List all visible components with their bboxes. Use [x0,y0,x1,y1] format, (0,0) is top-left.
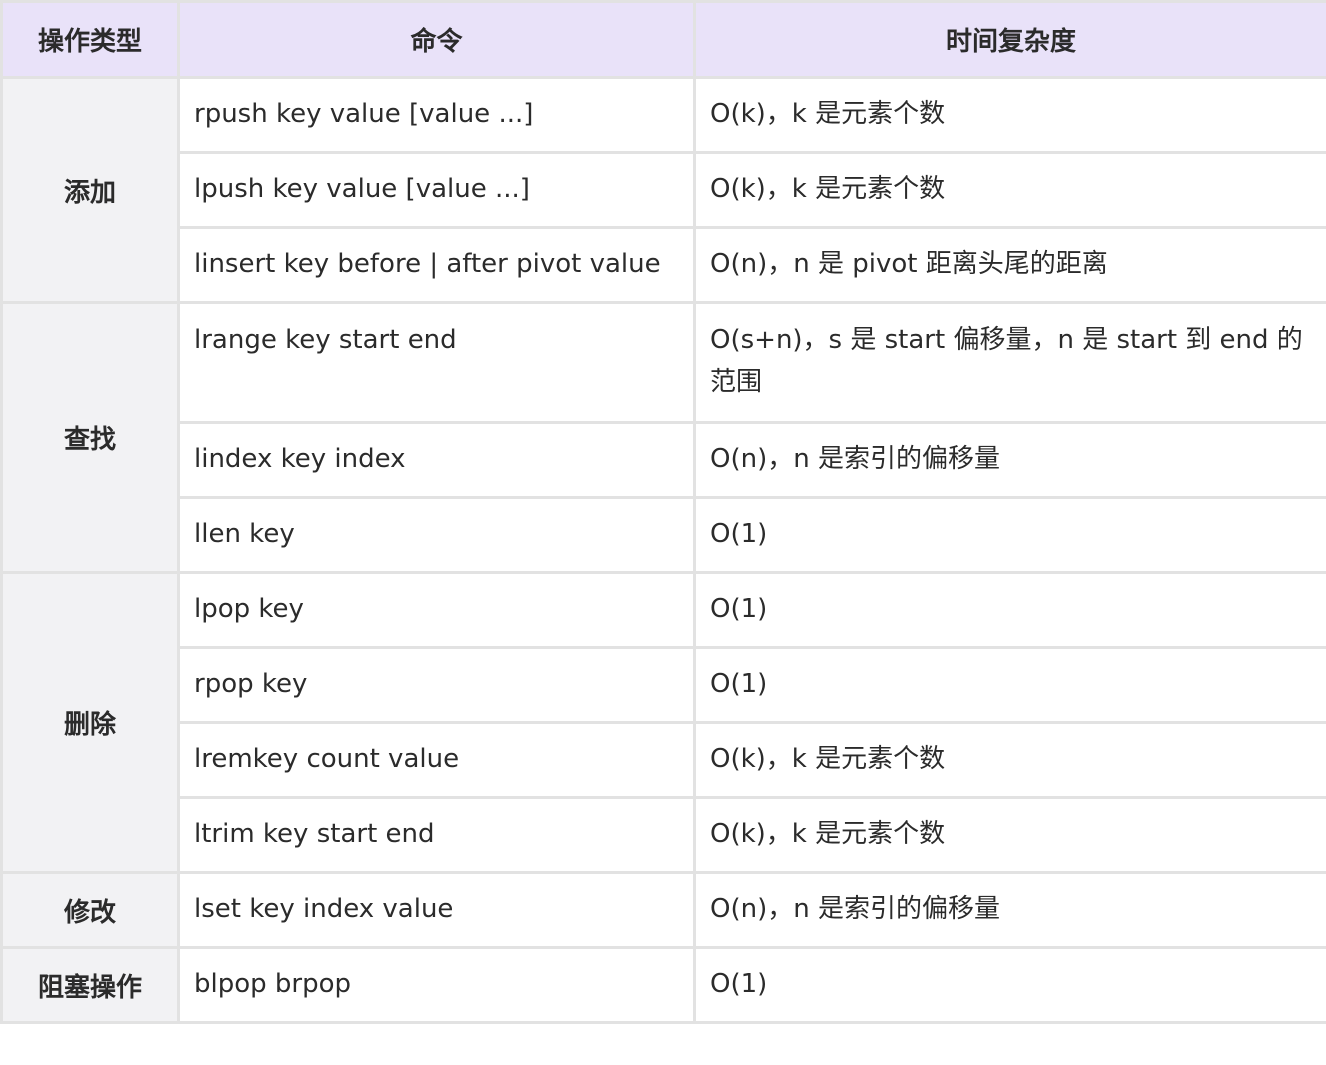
category-cell: 查找 [0,301,180,574]
complexity-cell: O(n)，n 是 pivot 距离头尾的距离 [693,226,1326,304]
header-time-complexity: 时间复杂度 [693,0,1326,79]
header-command: 命令 [177,0,696,79]
table-row: 删除 lpop key O(1) [0,571,1326,874]
table-row: llen key O(1) [2,496,1326,574]
table-row: 修改 lset key index value O(n)，n 是索引的偏移量 [0,871,1326,949]
list-commands-table: 操作类型 命令 时间复杂度 添加 rpush key value [value … [0,0,1326,1024]
table-row: lpush key value [value ...] O(k)，k 是元素个数 [2,151,1326,229]
table-row: lremkey count value O(k)，k 是元素个数 [2,721,1326,799]
command-cell: rpop key [177,646,696,724]
table-row: 阻塞操作 blpop brpop O(1) [0,946,1326,1024]
complexity-cell: O(s+n)，s 是 start 偏移量，n 是 start 到 end 的范围 [693,301,1326,424]
category-cell: 删除 [0,571,180,874]
complexity-cell: O(1) [693,571,1326,649]
command-cell: ltrim key start end [177,796,696,874]
command-cell: lset key index value [177,871,696,949]
command-cell: blpop brpop [177,946,696,1024]
complexity-cell: O(n)，n 是索引的偏移量 [693,421,1326,499]
header-operation-type: 操作类型 [0,0,180,79]
complexity-cell: O(k)，k 是元素个数 [693,151,1326,229]
table-row: 添加 rpush key value [value ...] O(k)，k 是元… [0,76,1326,304]
table-row: linsert key before | after pivot value O… [2,226,1326,304]
command-cell: lremkey count value [177,721,696,799]
category-cell: 阻塞操作 [0,946,180,1024]
command-cell: rpush key value [value ...] [177,76,696,154]
table-header-row: 操作类型 命令 时间复杂度 [0,0,1326,79]
complexity-cell: O(k)，k 是元素个数 [693,721,1326,799]
table-row: ltrim key start end O(k)，k 是元素个数 [2,796,1326,874]
complexity-cell: O(k)，k 是元素个数 [693,76,1326,154]
table-row: rpop key O(1) [2,646,1326,724]
command-cell: lindex key index [177,421,696,499]
command-cell: lrange key start end [177,301,696,424]
command-cell: llen key [177,496,696,574]
complexity-cell: O(1) [693,496,1326,574]
complexity-cell: O(1) [693,646,1326,724]
complexity-cell: O(k)，k 是元素个数 [693,796,1326,874]
complexity-cell: O(1) [693,946,1326,1024]
table-row: lindex key index O(n)，n 是索引的偏移量 [2,421,1326,499]
complexity-cell: O(n)，n 是索引的偏移量 [693,871,1326,949]
command-cell: lpop key [177,571,696,649]
command-cell: lpush key value [value ...] [177,151,696,229]
table-row: 查找 lrange key start end O(s+n)，s 是 start… [0,301,1326,574]
category-cell: 修改 [0,871,180,949]
category-cell: 添加 [0,76,180,304]
command-cell: linsert key before | after pivot value [177,226,696,304]
